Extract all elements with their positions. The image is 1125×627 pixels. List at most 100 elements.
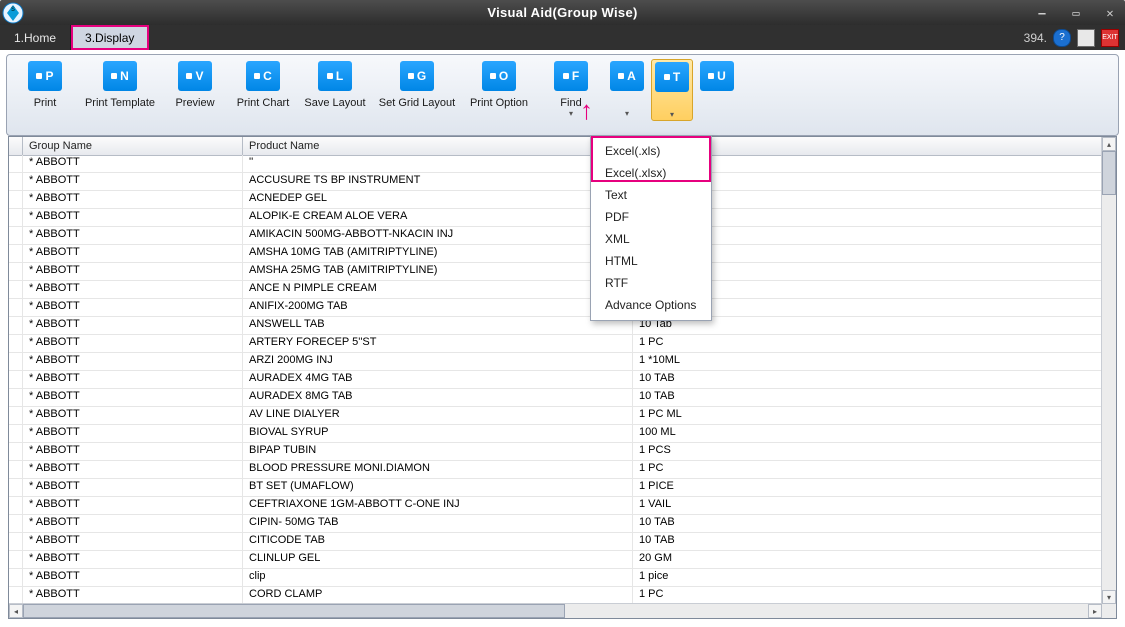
scroll-thumb[interactable] [1102, 151, 1116, 195]
close-button[interactable]: ✕ [1101, 4, 1119, 22]
maximize-button[interactable]: ▭ [1067, 4, 1085, 22]
table-row[interactable]: * ABBOTTBIPAP TUBIN1 PCS [9, 443, 1102, 461]
cell-group: * ABBOTT [23, 479, 243, 496]
find-button[interactable]: F Find ▾ [539, 59, 603, 119]
save-layout-button[interactable]: L Save Layout [299, 59, 371, 119]
table-row[interactable]: * ABBOTTBIOVAL SYRUP100 ML [9, 425, 1102, 443]
horizontal-scrollbar[interactable]: ◂ ▸ [9, 603, 1102, 618]
scroll-left-button[interactable]: ◂ [9, 604, 23, 618]
row-marker [9, 587, 23, 604]
table-row[interactable]: * ABBOTTBLOOD PRESSURE MONI.DIAMON1 PC [9, 461, 1102, 479]
export-xls-item[interactable]: Excel(.xls) [591, 140, 711, 162]
export-u-button[interactable]: U [697, 59, 737, 119]
cell-product: ACNEDEP GEL [243, 191, 633, 208]
cell-qty: 1 PC [633, 587, 1102, 604]
cell-qty: 1 PC [633, 335, 1102, 352]
cell-qty: 1 PCS [633, 443, 1102, 460]
export-html-item[interactable]: HTML [591, 250, 711, 272]
window-title: Visual Aid(Group Wise) [0, 5, 1125, 20]
cell-group: * ABBOTT [23, 335, 243, 352]
cell-qty: 10 TAB [633, 371, 1102, 388]
table-row[interactable]: * ABBOTTCEFTRIAXONE 1GM-ABBOTT C-ONE INJ… [9, 497, 1102, 515]
tab-display[interactable]: 3.Display [71, 25, 149, 50]
table-row[interactable]: * ABBOTTclip1 pice [9, 569, 1102, 587]
export-text-item[interactable]: Text [591, 184, 711, 206]
scroll-down-button[interactable]: ▾ [1102, 590, 1116, 604]
cell-product: BLOOD PRESSURE MONI.DIAMON [243, 461, 633, 478]
exit-icon[interactable]: EXIT [1101, 29, 1119, 47]
export-advance-item[interactable]: Advance Options [591, 294, 711, 316]
row-marker [9, 515, 23, 532]
table-row[interactable]: * ABBOTTBT SET (UMAFLOW)1 PICE [9, 479, 1102, 497]
table-row[interactable]: * ABBOTTCLINLUP GEL20 GM [9, 551, 1102, 569]
table-row[interactable]: * ABBOTTANSWELL TAB10 Tab [9, 317, 1102, 335]
chevron-down-icon: ▾ [670, 110, 674, 119]
help-icon[interactable]: ? [1053, 29, 1071, 47]
table-row[interactable]: * ABBOTTACCUSURE TS BP INSTRUMENT [9, 173, 1102, 191]
scroll-thumb[interactable] [23, 604, 565, 618]
row-marker [9, 371, 23, 388]
tab-home[interactable]: 1.Home [0, 25, 71, 50]
table-row[interactable]: * ABBOTTANCE N PIMPLE CREAM [9, 281, 1102, 299]
cell-qty: 100 ML [633, 425, 1102, 442]
vertical-scrollbar[interactable]: ▴ ▾ [1101, 137, 1116, 604]
cell-group: * ABBOTT [23, 389, 243, 406]
notes-icon[interactable]: ▤ [1077, 29, 1095, 47]
print-chart-button[interactable]: C Print Chart [231, 59, 295, 119]
cell-group: * ABBOTT [23, 461, 243, 478]
table-row[interactable]: * ABBOTTAMIKACIN 500MG-ABBOTT-NKACIN INJ [9, 227, 1102, 245]
scroll-up-button[interactable]: ▴ [1102, 137, 1116, 151]
row-marker [9, 191, 23, 208]
table-row[interactable]: * ABBOTTAV LINE DIALYER1 PC ML [9, 407, 1102, 425]
cell-group: * ABBOTT [23, 353, 243, 370]
cell-group: * ABBOTT [23, 533, 243, 550]
export-xlsx-item[interactable]: Excel(.xlsx) [591, 162, 711, 184]
print-template-button[interactable]: N Print Template [81, 59, 159, 119]
grid-header-group[interactable]: Group Name [23, 137, 243, 155]
table-row[interactable]: * ABBOTTCORD CLAMP1 PC [9, 587, 1102, 604]
cell-group: * ABBOTT [23, 425, 243, 442]
row-marker [9, 479, 23, 496]
table-row[interactable]: * ABBOTTANIFIX-200MG TAB10 TAB [9, 299, 1102, 317]
cell-group: * ABBOTT [23, 245, 243, 262]
grid-header-marker[interactable] [9, 137, 23, 155]
cell-product: '' [243, 155, 633, 172]
table-row[interactable]: * ABBOTT'' [9, 155, 1102, 173]
export-a-button[interactable]: A ▾ [607, 59, 647, 119]
print-button[interactable]: P Print [13, 59, 77, 119]
set-grid-layout-button[interactable]: G Set Grid Layout [375, 59, 459, 119]
export-t-button[interactable]: T ▾ [651, 59, 693, 121]
table-row[interactable]: * ABBOTTAMSHA 10MG TAB (AMITRIPTYLINE) [9, 245, 1102, 263]
grid-header-product[interactable]: Product Name [243, 137, 633, 155]
table-row[interactable]: * ABBOTTALOPIK-E CREAM ALOE VERA [9, 209, 1102, 227]
minimize-button[interactable]: — [1033, 4, 1051, 22]
cell-product: ANIFIX-200MG TAB [243, 299, 633, 316]
row-marker [9, 173, 23, 190]
row-marker [9, 209, 23, 226]
print-option-button[interactable]: O Print Option [463, 59, 535, 119]
row-marker [9, 317, 23, 334]
table-row[interactable]: * ABBOTTARZI 200MG INJ1 *10ML [9, 353, 1102, 371]
cell-product: CIPIN- 50MG TAB [243, 515, 633, 532]
export-pdf-item[interactable]: PDF [591, 206, 711, 228]
table-row[interactable]: * ABBOTTCITICODE TAB10 TAB [9, 533, 1102, 551]
export-xml-item[interactable]: XML [591, 228, 711, 250]
table-row[interactable]: * ABBOTTAMSHA 25MG TAB (AMITRIPTYLINE) [9, 263, 1102, 281]
table-row[interactable]: * ABBOTTARTERY FORECEP 5''ST1 PC [9, 335, 1102, 353]
cell-qty: 1 PC [633, 461, 1102, 478]
table-row[interactable]: * ABBOTTAURADEX 4MG TAB10 TAB [9, 371, 1102, 389]
cell-group: * ABBOTT [23, 227, 243, 244]
cell-product: CITICODE TAB [243, 533, 633, 550]
preview-button[interactable]: V Preview [163, 59, 227, 119]
export-rtf-item[interactable]: RTF [591, 272, 711, 294]
scroll-right-button[interactable]: ▸ [1088, 604, 1102, 618]
row-marker [9, 425, 23, 442]
scroll-corner [1102, 604, 1116, 618]
table-row[interactable]: * ABBOTTCIPIN- 50MG TAB10 TAB [9, 515, 1102, 533]
cell-product: ACCUSURE TS BP INSTRUMENT [243, 173, 633, 190]
cell-group: * ABBOTT [23, 407, 243, 424]
table-row[interactable]: * ABBOTTAURADEX 8MG TAB10 TAB [9, 389, 1102, 407]
table-row[interactable]: * ABBOTTACNEDEP GEL [9, 191, 1102, 209]
chevron-down-icon: ▾ [625, 109, 629, 118]
cell-product: ALOPIK-E CREAM ALOE VERA [243, 209, 633, 226]
